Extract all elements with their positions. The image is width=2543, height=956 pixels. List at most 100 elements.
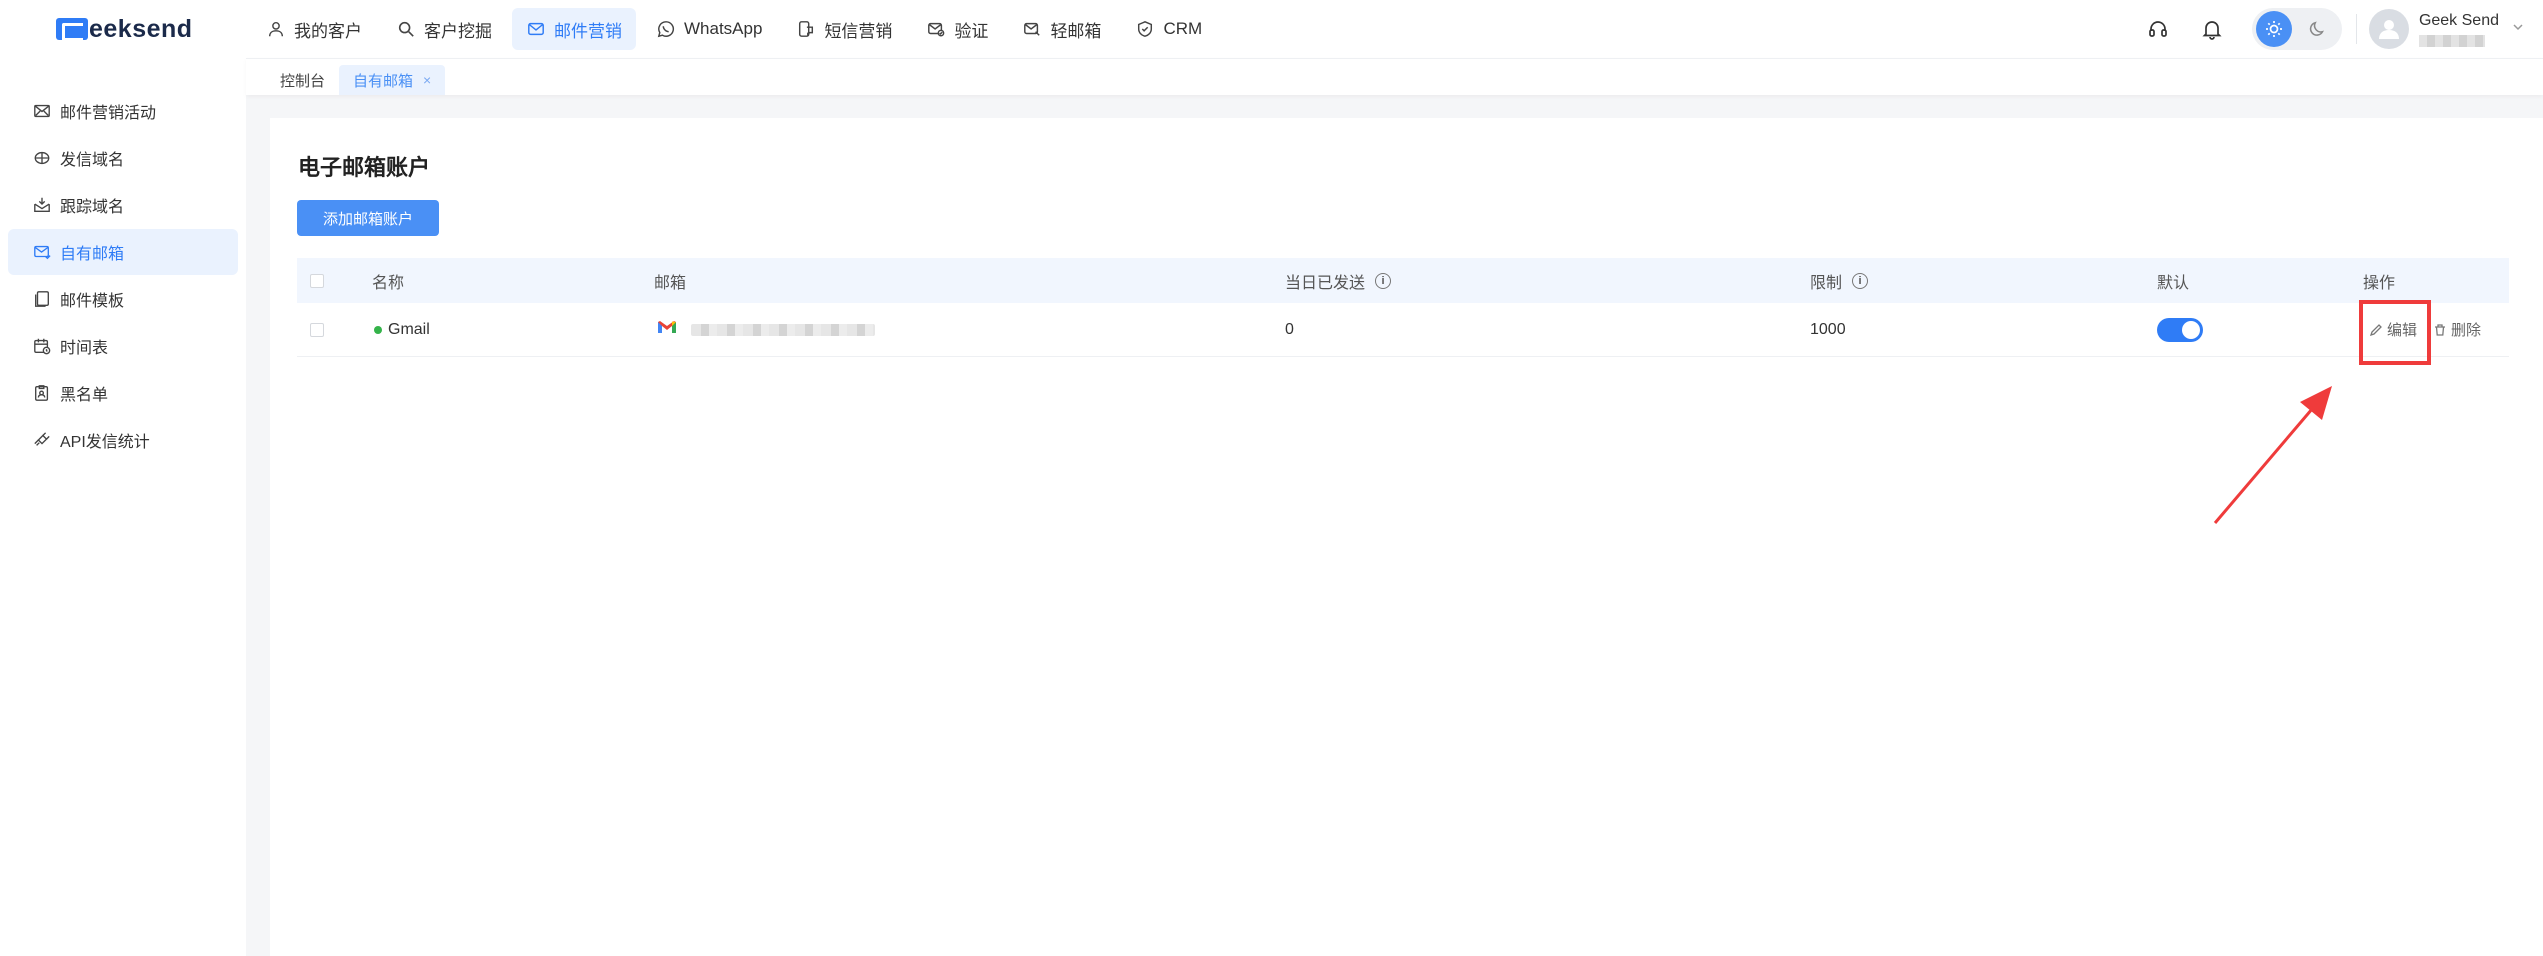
status-dot [374,325,382,334]
gmail-logo-icon [657,319,677,340]
notification-bell-icon[interactable] [2198,15,2226,43]
info-icon[interactable]: i [1852,272,1869,289]
mail-icon [526,19,546,39]
annotation-highlight-box [2359,300,2431,365]
account-email-cell [657,319,875,340]
column-header-email: 邮箱 [654,274,687,292]
verify-icon [926,19,946,39]
nav-item-label: 客户挖掘 [424,21,492,41]
light-mail-icon [1022,19,1042,39]
sent-today-value: 0 [1285,320,1294,338]
toggle-knob [2182,320,2200,339]
close-icon[interactable]: × [423,72,431,88]
user-account-redacted [2418,35,2485,47]
nav-item-customer-mining[interactable]: 客户挖掘 [382,8,506,50]
blacklist-icon [32,383,52,403]
sun-icon[interactable] [2255,11,2292,47]
mailbox-icon [32,242,52,262]
redacted-email-address [691,323,875,336]
sidebar-item-label: 发信域名 [60,152,125,169]
whatsapp-icon [656,19,676,39]
sidebar-item-label: API发信统计 [60,434,150,451]
sms-icon [796,19,816,39]
default-toggle-cell [2157,317,2203,342]
trash-icon [2433,323,2447,337]
select-all-checkbox[interactable] [310,273,324,288]
top-right-tools: Geek Send [2144,0,2543,58]
nav-item-label: 邮件营销 [554,21,622,41]
chevron-down-icon[interactable] [2511,20,2525,39]
header-checkbox[interactable] [310,273,324,288]
sidebar-item-label: 邮件模板 [60,293,125,310]
campaign-icon [32,101,52,121]
sidebar-item-sending-domain[interactable]: 发信域名 [8,135,238,181]
sidebar-item-blacklist[interactable]: 黑名单 [8,370,238,416]
annotation-arrow-icon [2213,386,2332,524]
nav-item-label: 轻邮箱 [1050,21,1102,41]
search-icon [396,19,416,39]
tab-dashboard[interactable]: 控制台 [266,65,339,95]
row-checkbox-cell[interactable] [310,322,324,337]
user-menu[interactable]: Geek Send [2368,9,2525,49]
sidebar-item-label: 跟踪域名 [60,199,125,216]
nav-item-label: 验证 [954,21,989,41]
sidebar-item-tracking-domain[interactable]: 跟踪域名 [8,182,238,228]
brand-logo[interactable]: eeksend [56,14,193,44]
tab-own-mailbox[interactable]: 自有邮箱 × [339,65,446,95]
sidebar: 邮件营销活动 发信域名 跟踪域名 自有邮箱 邮件模板 时间表 黑名单 API发信… [0,58,246,956]
sidebar-item-api-stats[interactable]: API发信统计 [8,417,238,463]
nav-item-label: CRM [1163,19,1203,38]
column-header-sent-today: 当日已发送 i [1285,269,1392,293]
sidebar-item-label: 时间表 [60,340,109,357]
account-name-cell: Gmail [374,321,430,339]
page-title: 电子邮箱账户 [298,155,431,180]
column-header-limit: 限制 i [1810,269,1869,293]
sidebar-item-email-templates[interactable]: 邮件模板 [8,276,238,322]
column-header-label: 当日已发送 [1285,274,1366,292]
avatar [2368,9,2409,49]
account-name: Gmail [388,320,430,338]
sidebar-item-label: 邮件营销活动 [60,105,157,122]
divider [2355,14,2357,44]
api-icon [32,430,52,450]
support-headset-icon[interactable] [2144,15,2172,43]
nav-item-email-marketing[interactable]: 邮件营销 [512,8,636,50]
add-email-account-button[interactable]: 添加邮箱账户 [297,200,439,236]
sidebar-item-label: 黑名单 [60,387,109,404]
nav-item-label: 我的客户 [294,21,362,41]
tab-label: 自有邮箱 [353,72,414,90]
sidebar-item-own-mailbox[interactable]: 自有邮箱 [8,229,238,275]
column-header-name: 名称 [372,274,405,292]
column-header-label: 限制 [1810,274,1843,292]
top-navigation-bar: eeksend 我的客户 客户挖掘 邮件营销 WhatsApp 短信营销 验证 [0,0,2543,58]
delete-label: 删除 [2451,322,2482,339]
moon-icon[interactable] [2300,11,2336,47]
nav-item-label: 短信营销 [824,21,893,41]
nav-item-crm[interactable]: CRM [1121,8,1216,50]
column-header-actions: 操作 [2363,274,2396,292]
tab-label: 控制台 [280,72,326,90]
info-icon[interactable]: i [1375,272,1392,289]
nav-item-my-customers[interactable]: 我的客户 [252,8,376,50]
sidebar-item-schedule[interactable]: 时间表 [8,323,238,369]
template-icon [32,289,52,309]
default-toggle[interactable] [2157,317,2203,342]
sidebar-item-email-campaigns[interactable]: 邮件营销活动 [8,88,238,134]
nav-item-whatsapp[interactable]: WhatsApp [642,8,776,50]
column-header-default: 默认 [2157,274,2190,292]
schedule-icon [32,336,52,356]
page-tabs-bar: 控制台 自有邮箱 × [246,58,2543,95]
nav-item-light-mailbox[interactable]: 轻邮箱 [1008,8,1115,50]
user-name: Geek Send [2418,12,2499,29]
table-header: 名称 邮箱 当日已发送 i 限制 i 默认 操作 [297,258,2509,303]
theme-toggle[interactable] [2251,8,2342,50]
nav-item-sms-marketing[interactable]: 短信营销 [782,8,906,50]
nav-item-verify[interactable]: 验证 [912,8,1002,50]
delete-button[interactable]: 删除 [2433,319,2481,340]
row-checkbox[interactable] [310,322,324,337]
logo-mark-icon [56,18,88,41]
main-content-card: 电子邮箱账户 添加邮箱账户 名称 邮箱 当日已发送 i 限制 i 默认 操作 G… [270,118,2543,956]
user-icon [266,19,286,39]
domain-icon [32,148,52,168]
sidebar-item-label: 自有邮箱 [60,246,125,263]
